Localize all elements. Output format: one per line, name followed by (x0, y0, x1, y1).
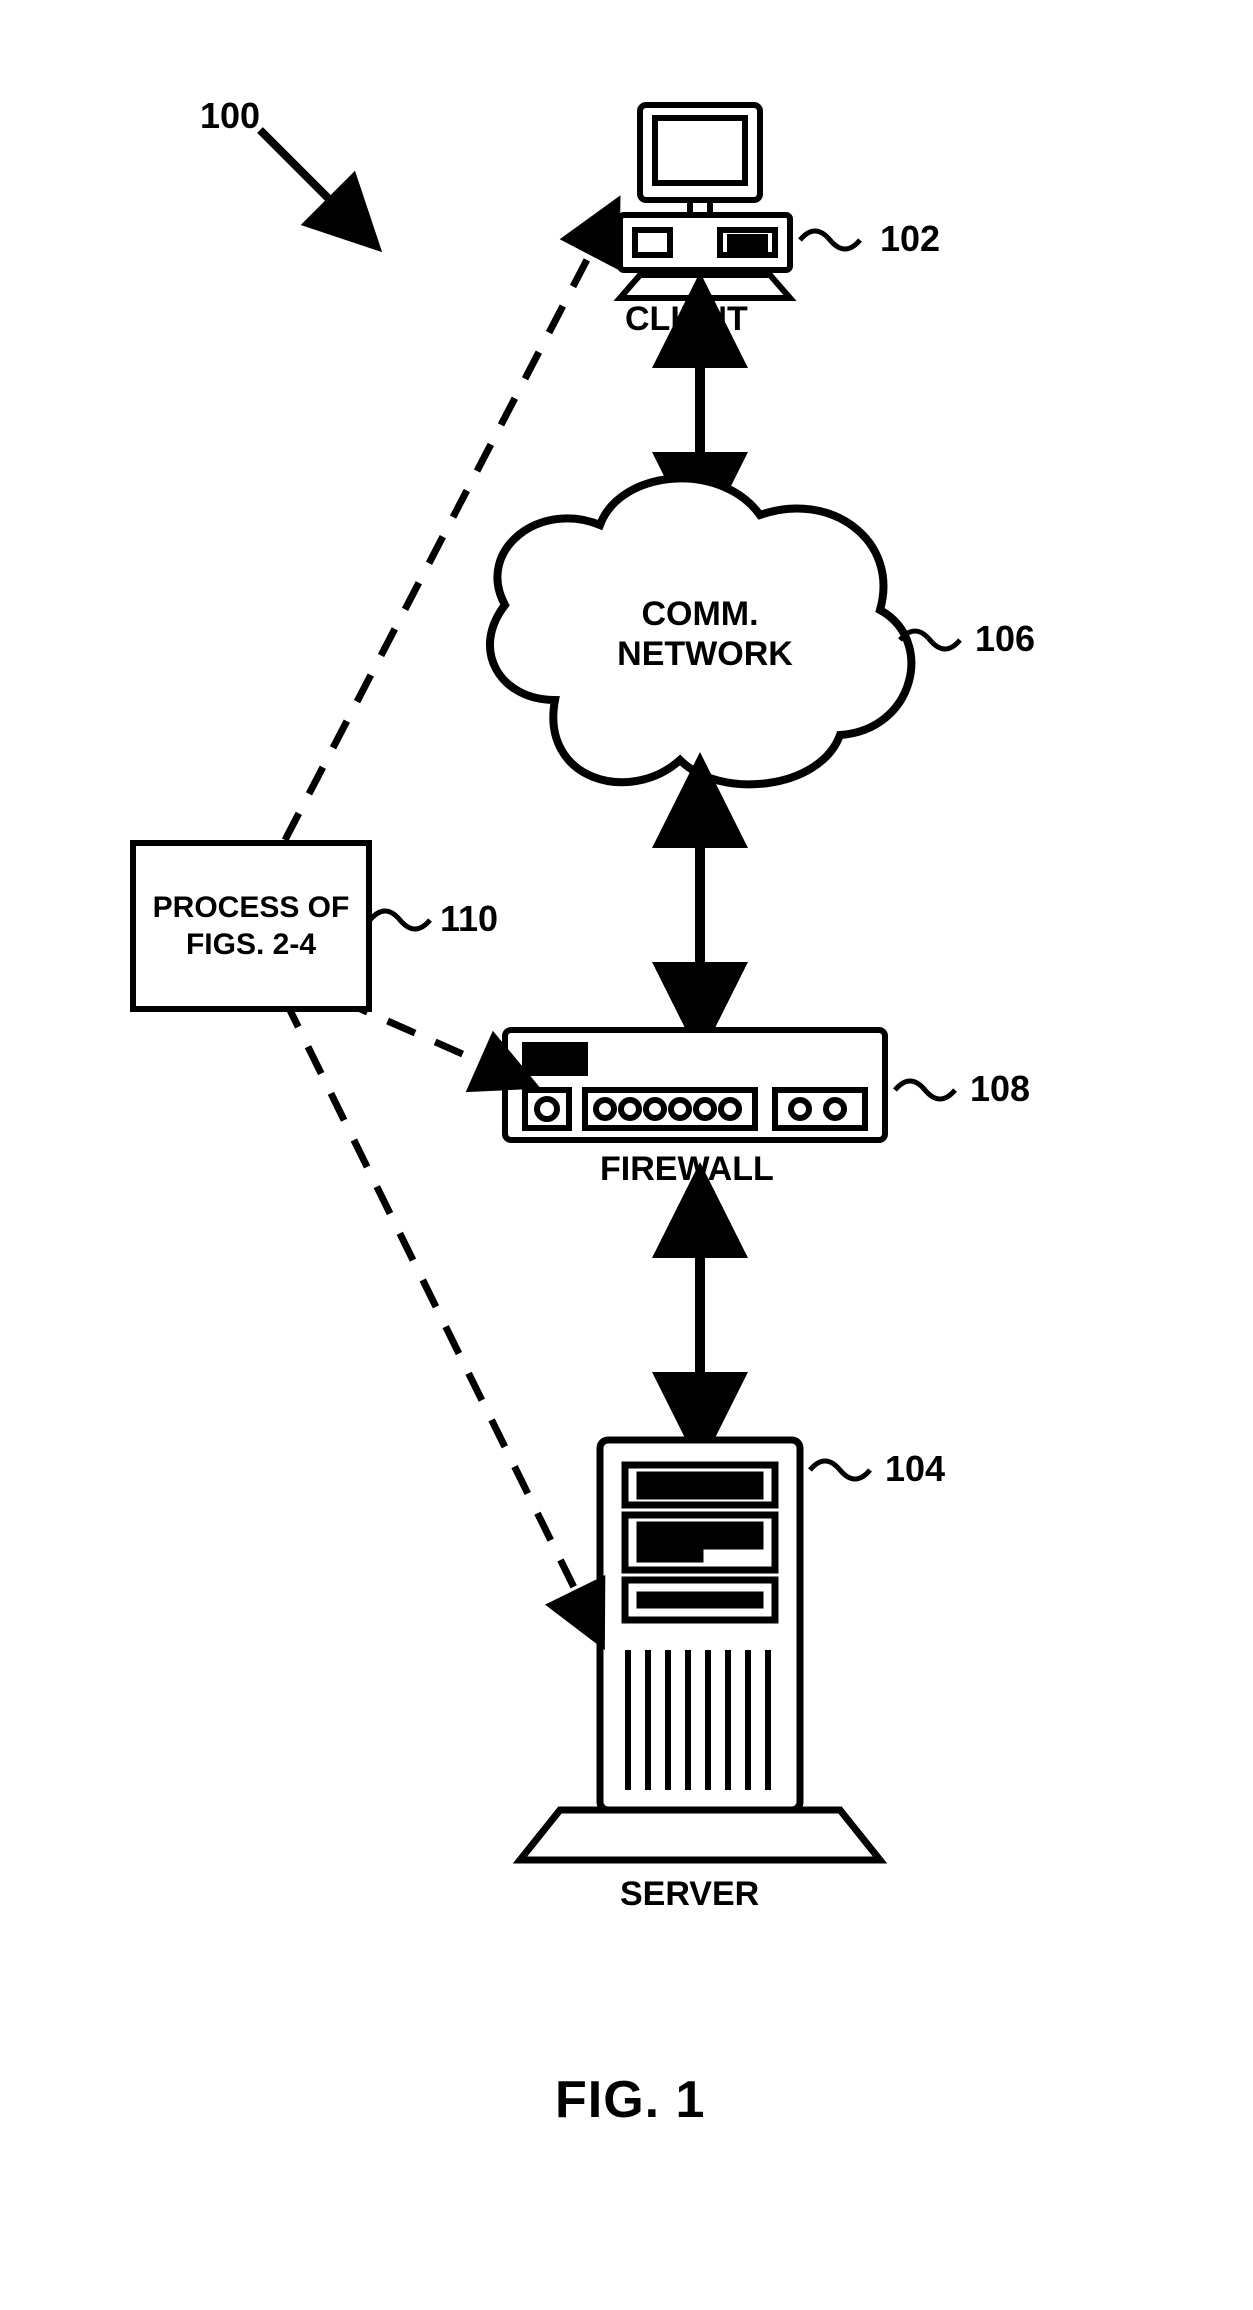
network-line1: COMM. (620, 595, 780, 634)
client-label: CLIENT (625, 300, 748, 339)
ref-108: 108 (970, 1068, 1030, 1110)
ref-108-lead (895, 1081, 955, 1099)
client-icon (620, 105, 790, 298)
server-icon (520, 1440, 880, 1860)
firewall-label: FIREWALL (600, 1150, 774, 1189)
firewall-icon (505, 1030, 885, 1140)
figure-1-diagram: PROCESS OF FIGS. 2-4 CLIENT COMM. NETWOR… (0, 0, 1253, 2310)
ref-102: 102 (880, 218, 940, 260)
process-box: PROCESS OF FIGS. 2-4 (130, 840, 372, 1012)
figure-caption: FIG. 1 (555, 2070, 705, 2130)
ref-104-lead (810, 1461, 870, 1479)
process-line2: FIGS. 2-4 (153, 926, 350, 964)
ref-110: 110 (440, 898, 498, 940)
ref-110-lead (370, 911, 430, 929)
server-label: SERVER (620, 1875, 759, 1914)
ref-100: 100 (200, 95, 260, 137)
ref-100-arrow (260, 130, 355, 225)
ref-106: 106 (975, 618, 1035, 660)
process-line1: PROCESS OF (153, 889, 350, 927)
ref-104: 104 (885, 1448, 945, 1490)
ref-102-lead (800, 231, 860, 249)
network-line2: NETWORK (590, 635, 820, 674)
